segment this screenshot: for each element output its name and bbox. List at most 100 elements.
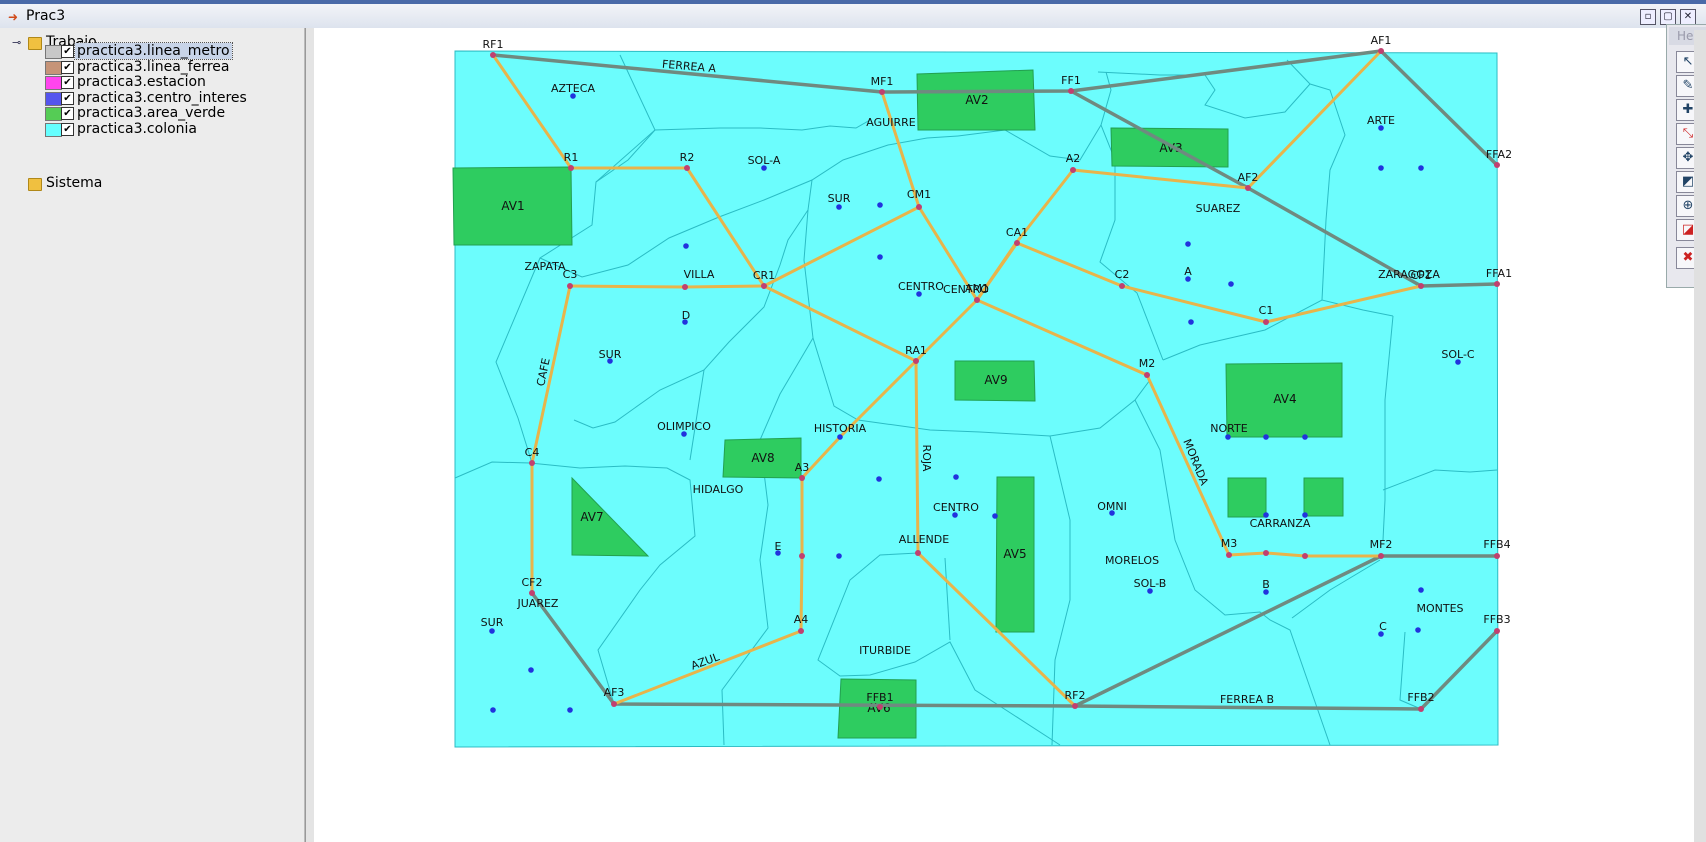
station-marker[interactable] xyxy=(1014,240,1020,246)
layer-item-label[interactable]: practica3.linea_metro xyxy=(74,42,233,60)
station-label: C4 xyxy=(525,446,540,459)
map-label: NORTE xyxy=(1210,422,1247,435)
station-marker[interactable] xyxy=(974,297,980,303)
station-marker[interactable] xyxy=(1070,167,1076,173)
station-marker[interactable] xyxy=(877,704,883,710)
poi-marker[interactable] xyxy=(1418,165,1424,171)
poi-marker[interactable] xyxy=(1228,281,1234,287)
station-marker[interactable] xyxy=(529,460,535,466)
poi-marker[interactable] xyxy=(683,243,689,249)
poi-marker[interactable] xyxy=(567,707,573,713)
close-icon[interactable]: ✕ xyxy=(1680,9,1696,25)
poi-marker[interactable] xyxy=(528,667,534,673)
tree-node-sistema[interactable]: Sistema xyxy=(46,175,102,191)
station-label: A2 xyxy=(1066,152,1081,165)
station-label: FFB1 xyxy=(866,691,893,704)
station-marker[interactable] xyxy=(761,283,767,289)
map-label: C xyxy=(1379,620,1387,633)
poi-marker[interactable] xyxy=(837,434,843,440)
layer-visibility-checkbox[interactable]: ✔ xyxy=(61,76,74,90)
poi-marker[interactable] xyxy=(1185,241,1191,247)
poi-marker[interactable] xyxy=(1302,434,1308,440)
poi-marker[interactable] xyxy=(1263,434,1269,440)
station-marker[interactable] xyxy=(1068,88,1074,94)
station-marker[interactable] xyxy=(1144,372,1150,378)
station-marker[interactable] xyxy=(913,358,919,364)
map-label: SUR xyxy=(599,348,622,361)
layer-item-label[interactable]: practica3.linea_ferrea xyxy=(75,59,231,75)
map-label: OLIMPICO xyxy=(657,420,711,433)
poi-marker[interactable] xyxy=(877,202,883,208)
station-marker[interactable] xyxy=(1494,628,1500,634)
green-area[interactable] xyxy=(1303,477,1344,517)
layer-visibility-checkbox[interactable]: ✔ xyxy=(61,45,74,58)
station-label: FFA1 xyxy=(1486,267,1512,280)
layer-item-label[interactable]: practica3.area_verde xyxy=(75,105,227,121)
poi-marker[interactable] xyxy=(992,513,998,519)
station-marker[interactable] xyxy=(879,89,885,95)
map-label: FERREA B xyxy=(1220,693,1274,706)
station-marker[interactable] xyxy=(1245,185,1251,191)
minimize-icon[interactable]: ▫ xyxy=(1640,9,1656,25)
green-area[interactable] xyxy=(1227,477,1267,518)
poi-marker[interactable] xyxy=(877,254,883,260)
poi-marker[interactable] xyxy=(953,474,959,480)
station-marker[interactable] xyxy=(1263,319,1269,325)
layer-item-label[interactable]: practica3.estacion xyxy=(75,74,208,90)
map-canvas[interactable]: AV1AV2AV3AV4AV5AV6AV7AV8AV9RF1AF1MF1FF1R… xyxy=(314,28,1706,842)
station-label: FFB2 xyxy=(1407,691,1434,704)
station-marker[interactable] xyxy=(490,52,496,58)
poi-marker[interactable] xyxy=(1378,165,1384,171)
station-marker[interactable] xyxy=(529,590,535,596)
station-marker[interactable] xyxy=(1072,703,1078,709)
maximize-icon[interactable]: ▢ xyxy=(1660,9,1676,25)
station-marker[interactable] xyxy=(1378,48,1384,54)
layer-visibility-checkbox[interactable]: ✔ xyxy=(61,60,74,74)
station-marker[interactable] xyxy=(684,165,690,171)
station-marker[interactable] xyxy=(915,550,921,556)
map-label: CARRANZA xyxy=(1250,517,1311,530)
station-marker[interactable] xyxy=(916,204,922,210)
poi-marker[interactable] xyxy=(1415,627,1421,633)
station-marker[interactable] xyxy=(682,284,688,290)
map-view[interactable]: AV1AV2AV3AV4AV5AV6AV7AV8AV9RF1AF1MF1FF1R… xyxy=(314,28,1706,842)
poi-marker[interactable] xyxy=(836,204,842,210)
poi-marker[interactable] xyxy=(876,476,882,482)
station-marker[interactable] xyxy=(1494,553,1500,559)
folder-icon xyxy=(28,178,42,191)
station-marker[interactable] xyxy=(1494,162,1500,168)
station-marker[interactable] xyxy=(799,553,805,559)
layer-visibility-checkbox[interactable]: ✔ xyxy=(61,123,74,136)
tree-expander-icon[interactable]: ⊸ xyxy=(12,36,21,49)
poi-marker[interactable] xyxy=(489,628,495,634)
station-marker[interactable] xyxy=(1302,553,1308,559)
station-marker[interactable] xyxy=(611,701,617,707)
station-label: MF2 xyxy=(1370,538,1393,551)
station-marker[interactable] xyxy=(1418,283,1424,289)
map-label: A xyxy=(1184,265,1192,278)
poi-marker[interactable] xyxy=(836,553,842,559)
map-label: AZTECA xyxy=(551,82,595,95)
station-marker[interactable] xyxy=(798,628,804,634)
layer-item-label[interactable]: practica3.centro_interes xyxy=(75,90,249,106)
folder-icon xyxy=(28,37,42,50)
layer-item-label[interactable]: practica3.colonia xyxy=(75,121,199,137)
poi-marker[interactable] xyxy=(1188,319,1194,325)
layer-visibility-checkbox[interactable]: ✔ xyxy=(61,91,74,105)
station-marker[interactable] xyxy=(1119,283,1125,289)
station-marker[interactable] xyxy=(567,283,573,289)
layer-visibility-checkbox[interactable]: ✔ xyxy=(61,107,74,121)
poi-marker[interactable] xyxy=(1225,434,1231,440)
station-marker[interactable] xyxy=(1226,552,1232,558)
station-marker[interactable] xyxy=(799,475,805,481)
vertical-scrollbar[interactable] xyxy=(1694,30,1706,842)
station-marker[interactable] xyxy=(1418,706,1424,712)
poi-marker[interactable] xyxy=(490,707,496,713)
station-marker[interactable] xyxy=(1378,553,1384,559)
station-marker[interactable] xyxy=(1494,281,1500,287)
station-label: FFA2 xyxy=(1486,148,1512,161)
station-marker[interactable] xyxy=(568,165,574,171)
layer-tree-panel: ⊸ Trabajo ✔ practica3.linea_metro ✔ practic… xyxy=(6,28,305,842)
station-marker[interactable] xyxy=(1263,550,1269,556)
poi-marker[interactable] xyxy=(1418,587,1424,593)
